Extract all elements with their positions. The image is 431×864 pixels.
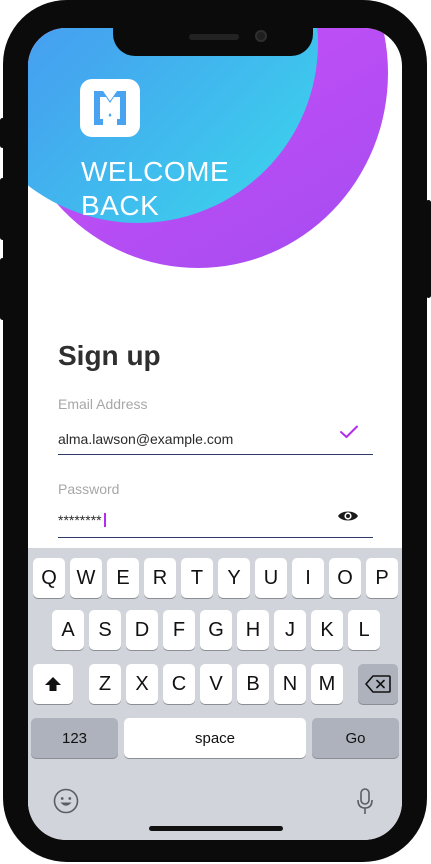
password-field[interactable]: ******** <box>58 512 106 528</box>
key-w[interactable]: W <box>70 558 102 598</box>
key-g[interactable]: G <box>200 610 232 650</box>
go-key[interactable]: Go <box>312 718 399 758</box>
email-underline <box>58 454 373 455</box>
key-b[interactable]: B <box>237 664 269 704</box>
key-y[interactable]: Y <box>218 558 250 598</box>
key-q[interactable]: Q <box>33 558 65 598</box>
emoji-icon[interactable] <box>53 788 79 814</box>
shift-icon <box>45 677 61 691</box>
space-key[interactable]: space <box>124 718 306 758</box>
key-s[interactable]: S <box>89 610 121 650</box>
side-button-power <box>426 200 431 298</box>
key-u[interactable]: U <box>255 558 287 598</box>
welcome-line-2: BACK <box>81 190 160 221</box>
side-button-volume-down <box>0 258 5 320</box>
microphone-icon[interactable] <box>356 788 374 816</box>
key-j[interactable]: J <box>274 610 306 650</box>
shift-key[interactable] <box>33 664 73 704</box>
notch <box>113 24 313 56</box>
side-button-volume-up <box>0 178 5 240</box>
key-o[interactable]: O <box>329 558 361 598</box>
key-r[interactable]: R <box>144 558 176 598</box>
key-t[interactable]: T <box>181 558 213 598</box>
key-a[interactable]: A <box>52 610 84 650</box>
key-l[interactable]: L <box>348 610 380 650</box>
key-z[interactable]: Z <box>89 664 121 704</box>
key-i[interactable]: I <box>292 558 324 598</box>
brand-logo-icon <box>80 79 140 137</box>
key-p[interactable]: P <box>366 558 398 598</box>
app-screen: WELCOME BACK Sign up Email Address alma.… <box>28 28 402 840</box>
key-e[interactable]: E <box>107 558 139 598</box>
key-v[interactable]: V <box>200 664 232 704</box>
email-label: Email Address <box>58 396 148 412</box>
delete-icon <box>365 675 391 693</box>
key-f[interactable]: F <box>163 610 195 650</box>
front-camera <box>255 30 267 42</box>
key-k[interactable]: K <box>311 610 343 650</box>
email-field[interactable]: alma.lawson@example.com <box>58 431 233 447</box>
key-m[interactable]: M <box>311 664 343 704</box>
password-masked-value: ******** <box>58 512 102 528</box>
eye-icon[interactable] <box>337 508 359 524</box>
text-cursor <box>103 513 106 527</box>
password-label: Password <box>58 481 120 497</box>
password-underline <box>58 537 373 538</box>
check-icon <box>340 425 358 438</box>
side-button-silent <box>0 118 5 148</box>
onscreen-keyboard: Q W E R T Y U I O P A S D F G H J K L Z … <box>28 548 402 840</box>
key-x[interactable]: X <box>126 664 158 704</box>
speaker-grille <box>189 34 239 40</box>
welcome-heading: WELCOME BACK <box>81 155 229 223</box>
key-d[interactable]: D <box>126 610 158 650</box>
key-c[interactable]: C <box>163 664 195 704</box>
key-h[interactable]: H <box>237 610 269 650</box>
key-n[interactable]: N <box>274 664 306 704</box>
numbers-key[interactable]: 123 <box>31 718 118 758</box>
delete-key[interactable] <box>358 664 398 704</box>
page-title: Sign up <box>58 340 161 371</box>
welcome-line-1: WELCOME <box>81 156 230 187</box>
home-indicator[interactable] <box>149 826 283 831</box>
